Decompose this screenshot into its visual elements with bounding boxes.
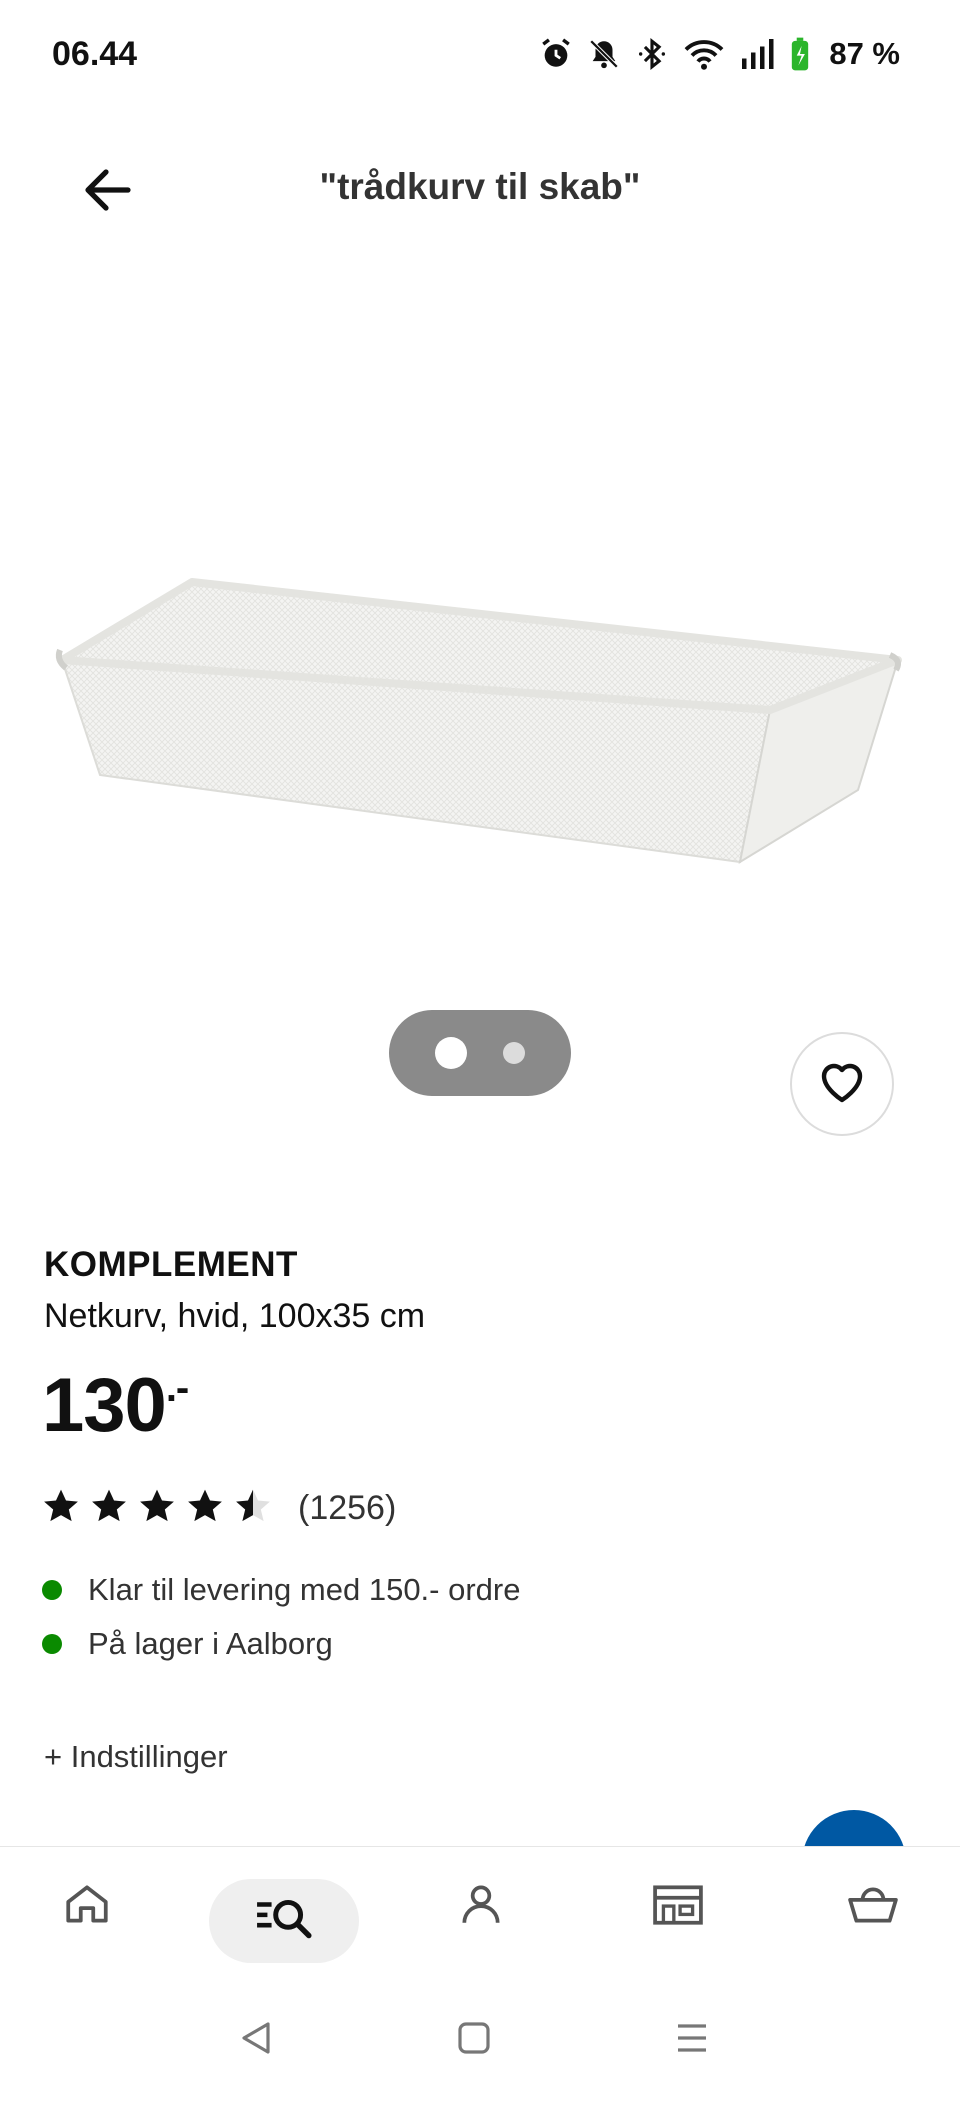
heart-icon <box>818 1060 866 1109</box>
status-time: 06.44 <box>52 35 138 73</box>
alarm-icon <box>539 37 573 71</box>
system-home-button[interactable] <box>444 2012 504 2068</box>
rating[interactable]: (1256) <box>42 1488 396 1529</box>
status-icons: 87 % <box>539 34 900 74</box>
nav-search[interactable] <box>249 1879 319 1963</box>
bottom-navigation <box>0 1846 960 1967</box>
stock-status-dot <box>42 1634 62 1654</box>
system-back-button[interactable] <box>226 2012 286 2068</box>
product-image[interactable] <box>0 250 960 1010</box>
bluetooth-icon <box>635 37 669 71</box>
star-full-icon <box>42 1488 80 1529</box>
pager-dot[interactable] <box>503 1042 525 1064</box>
search-list-icon <box>255 1894 313 1949</box>
availability-text: Klar til levering med 150.- ordre <box>88 1572 521 1607</box>
image-pager[interactable] <box>389 1010 571 1096</box>
signal-icon <box>739 37 775 71</box>
options-link[interactable]: + Indstillinger <box>44 1739 228 1775</box>
review-count: (1256) <box>298 1489 397 1527</box>
battery-charging-icon <box>789 36 811 72</box>
home-icon <box>62 1879 112 1934</box>
nav-basket[interactable] <box>838 1871 908 1941</box>
nav-home[interactable] <box>52 1871 122 1941</box>
availability-list: Klar til levering med 150.- ordre På lag… <box>42 1563 520 1671</box>
system-menu-button[interactable] <box>662 2012 722 2068</box>
star-half-icon <box>234 1488 272 1529</box>
system-navigation <box>0 1966 960 2112</box>
product-description: Netkurv, hvid, 100x35 cm <box>44 1297 426 1335</box>
product-brand: KOMPLEMENT <box>44 1245 298 1284</box>
favorite-button[interactable] <box>790 1032 894 1136</box>
bell-off-icon <box>587 37 621 71</box>
battery-percent: 87 % <box>829 36 900 71</box>
star-full-icon <box>138 1488 176 1529</box>
nav-store[interactable] <box>643 1871 713 1941</box>
basket-icon <box>845 1879 901 1934</box>
availability-text: På lager i Aalborg <box>88 1626 333 1661</box>
menu-lines-icon <box>672 2018 712 2063</box>
store-icon <box>650 1879 706 1934</box>
top-app-bar: "trådkurv til skab" <box>0 140 960 240</box>
price-suffix: .- <box>165 1366 189 1410</box>
availability-delivery: Klar til levering med 150.- ordre <box>42 1563 520 1617</box>
triangle-back-icon <box>236 2018 276 2063</box>
status-bar: 06.44 87 % <box>0 0 960 115</box>
nav-profile[interactable] <box>446 1871 516 1941</box>
star-full-icon <box>186 1488 224 1529</box>
arrow-left-icon <box>84 168 132 217</box>
price-main: 130 <box>42 1363 167 1448</box>
stock-status-dot <box>42 1580 62 1600</box>
pager-dot-active[interactable] <box>435 1037 467 1069</box>
wifi-icon <box>683 37 725 71</box>
availability-store: På lager i Aalborg <box>42 1617 520 1671</box>
rating-stars <box>42 1488 272 1529</box>
square-home-icon <box>454 2018 494 2063</box>
product-price: 130.- <box>42 1362 189 1449</box>
profile-icon <box>456 1879 506 1934</box>
back-button[interactable] <box>70 162 146 222</box>
star-full-icon <box>90 1488 128 1529</box>
